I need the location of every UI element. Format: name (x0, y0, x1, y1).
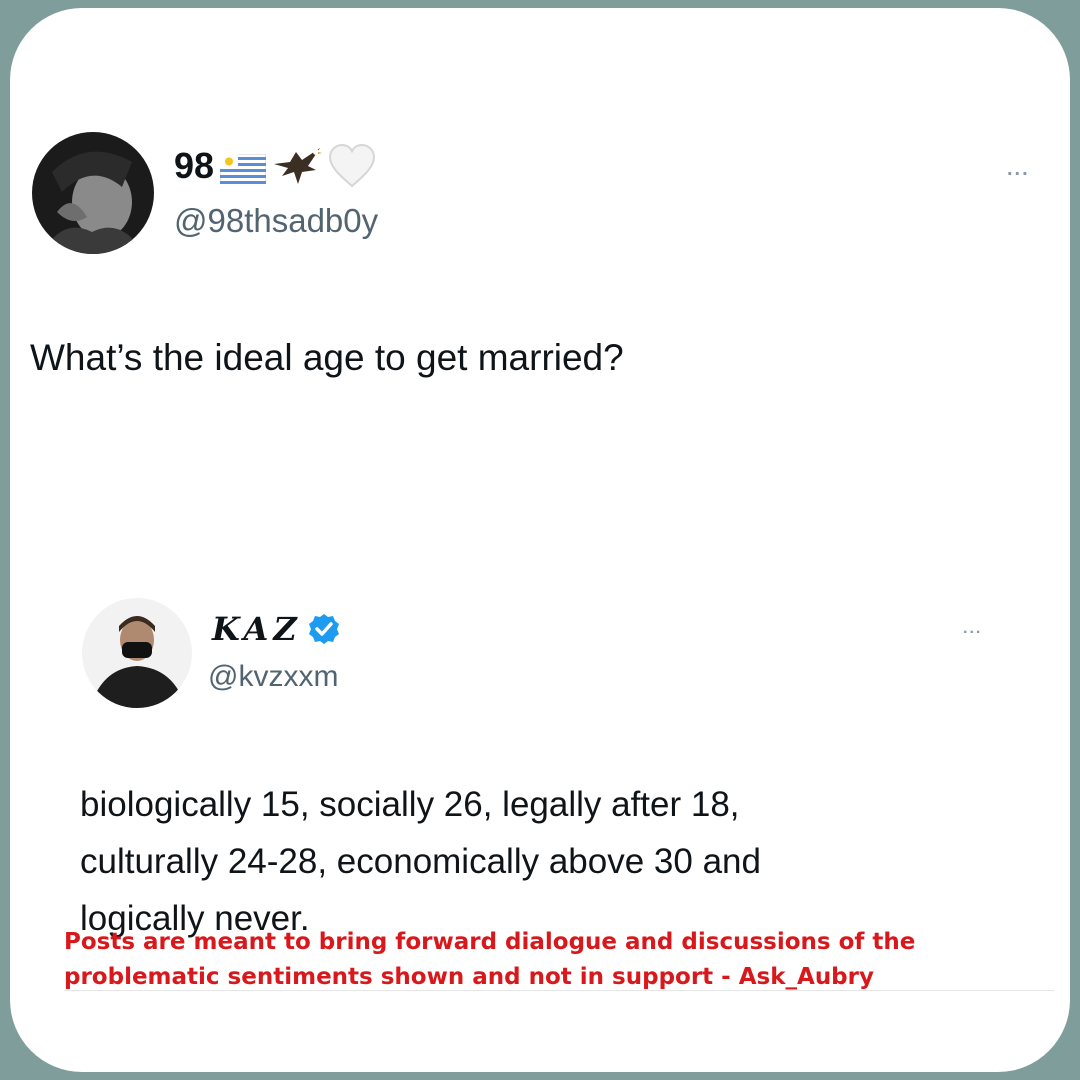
post-card: 98 @98thsadb0y ... What’s the ideal age … (10, 8, 1070, 1072)
disclaimer-line: problematic sentiments shown and not in … (64, 964, 874, 990)
author-handle[interactable]: @98thsadb0y (174, 202, 378, 240)
author-name-row: 98 (174, 143, 376, 188)
disclaimer-caption: Posts are meant to bring forward dialogu… (64, 925, 1024, 995)
uruguay-flag-icon (219, 151, 267, 185)
more-options-icon[interactable]: ... (1007, 158, 1030, 181)
white-heart-icon (328, 143, 376, 188)
author-name-row-2: KAZ (212, 610, 340, 648)
reply-text-line: culturally 24-28, economically above 30 … (80, 842, 761, 881)
avatar-98thsadb0y[interactable] (32, 132, 154, 254)
more-options-icon-2[interactable]: ... (963, 620, 982, 638)
display-name-2[interactable]: KAZ (212, 610, 302, 648)
eagle-icon (272, 146, 323, 186)
post-text: What’s the ideal age to get married? (30, 337, 624, 378)
avatar-kvzxxm[interactable] (82, 598, 192, 708)
author-handle-2[interactable]: @kvzxxm (208, 660, 338, 694)
disclaimer-line: Posts are meant to bring forward dialogu… (64, 929, 916, 955)
display-name[interactable]: 98 (174, 145, 214, 187)
reply-text: biologically 15, socially 26, legally af… (80, 776, 761, 947)
reply-text-line: biologically 15, socially 26, legally af… (80, 785, 740, 824)
verified-badge-icon (308, 613, 340, 645)
